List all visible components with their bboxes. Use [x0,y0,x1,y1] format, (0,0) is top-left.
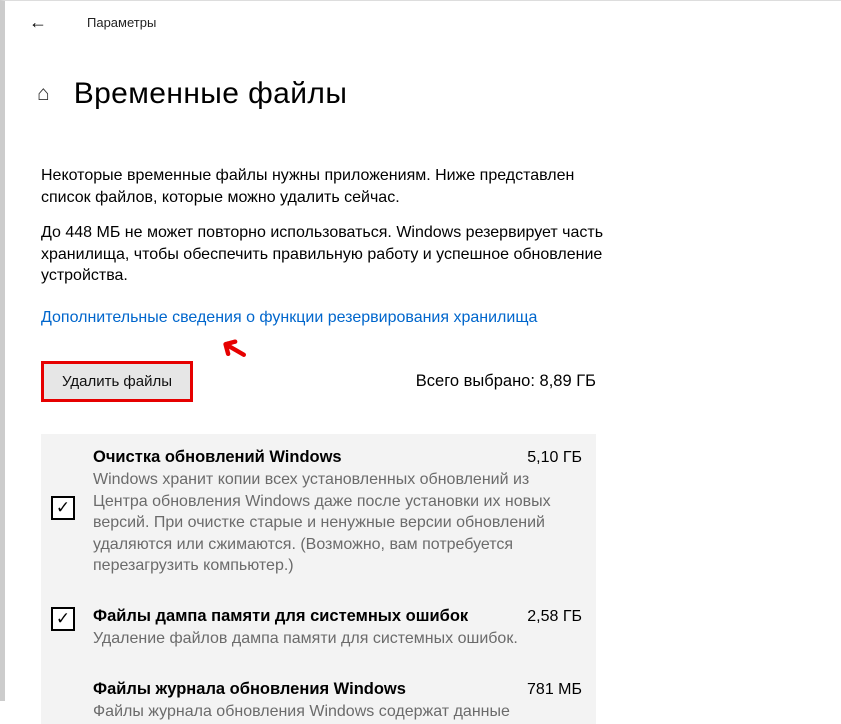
page-header: ⌂ Временные файлы [37,77,829,111]
item-head: Очистка обновлений Windows 5,10 ГБ [93,448,582,467]
checkbox-windows-update-cleanup[interactable]: ✓ [51,496,75,520]
action-row: Удалить файлы ➜ Всего выбрано: 8,89 ГБ [41,361,596,402]
item-desc: Файлы журнала обновления Windows содержа… [93,701,582,723]
delete-files-button[interactable]: Удалить файлы [41,361,193,402]
temp-files-list: ✓ Очистка обновлений Windows 5,10 ГБ Win… [41,434,596,724]
item-desc: Удаление файлов дампа памяти для системн… [93,628,582,650]
description-2: До 448 МБ не может повторно использовать… [41,222,611,287]
item-body: Файлы дампа памяти для системных ошибок … [93,607,582,650]
item-title: Очистка обновлений Windows [93,448,342,467]
item-size: 781 МБ [527,681,582,699]
annotation-arrow-icon: ➜ [211,324,258,375]
topbar: ← Параметры [5,1,829,43]
page-title: Временные файлы [74,77,348,111]
list-item: ✓ Файлы дампа памяти для системных ошибо… [51,607,582,650]
list-item: ✓ Очистка обновлений Windows 5,10 ГБ Win… [51,448,582,577]
back-icon[interactable]: ← [29,12,57,33]
item-desc: Windows хранит копии всех установленных … [93,469,582,577]
item-head: Файлы журнала обновления Windows 781 МБ [93,680,582,699]
checkbox-memory-dump-files[interactable]: ✓ [51,607,75,631]
reserved-storage-link[interactable]: Дополнительные сведения о функции резерв… [41,309,537,327]
item-title: Файлы журнала обновления Windows [93,680,406,699]
description-1: Некоторые временные файлы нужны приложен… [41,165,611,208]
list-item: Файлы журнала обновления Windows 781 МБ … [51,680,582,724]
content-area: Некоторые временные файлы нужны приложен… [41,165,611,724]
topbar-title: Параметры [87,15,156,30]
item-head: Файлы дампа памяти для системных ошибок … [93,607,582,626]
home-icon[interactable]: ⌂ [37,82,50,106]
selected-total-label: Всего выбрано: 8,89 ГБ [416,372,596,391]
settings-window: ← Параметры ⌂ Временные файлы Некоторые … [0,0,841,701]
item-size: 2,58 ГБ [527,608,582,626]
item-title: Файлы дампа памяти для системных ошибок [93,607,468,626]
item-body: Очистка обновлений Windows 5,10 ГБ Windo… [93,448,582,577]
item-size: 5,10 ГБ [527,449,582,467]
